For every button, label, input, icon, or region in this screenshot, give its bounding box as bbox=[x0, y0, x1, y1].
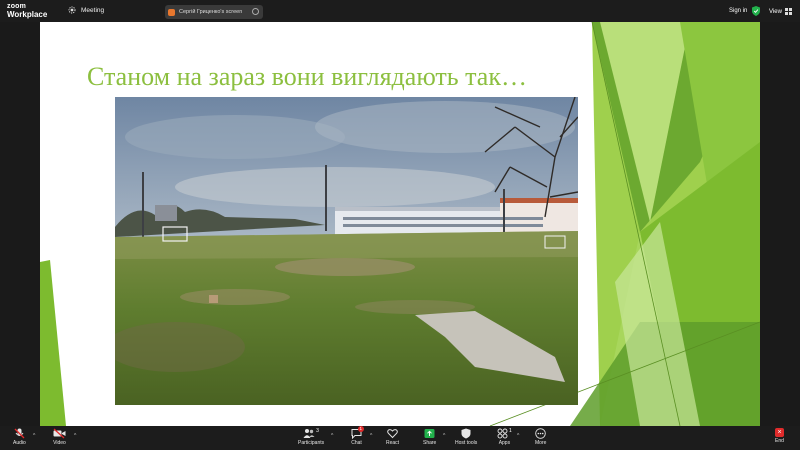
chat-button[interactable]: 1 Chat bbox=[351, 426, 364, 446]
audio-options-chevron-icon[interactable]: ^ bbox=[33, 433, 35, 439]
apps-grid-icon bbox=[497, 428, 508, 439]
slide-title: Станом на зараз вони виглядають так… bbox=[87, 62, 527, 91]
end-meeting-button[interactable]: × End bbox=[775, 428, 784, 444]
video-button[interactable]: Video bbox=[53, 428, 66, 446]
share-button[interactable]: Share bbox=[423, 428, 436, 446]
participants-icon bbox=[303, 429, 315, 438]
react-button[interactable]: React bbox=[386, 428, 399, 446]
host-tools-button[interactable]: Host tools bbox=[455, 428, 477, 446]
view-label: View bbox=[769, 8, 782, 15]
host-tools-label: Host tools bbox=[455, 440, 478, 446]
meeting-info-icon bbox=[68, 6, 76, 14]
share-label: Share bbox=[423, 440, 437, 446]
more-button[interactable]: More bbox=[535, 428, 546, 446]
apps-label: Apps bbox=[498, 440, 511, 446]
chat-unread-badge: 1 bbox=[358, 426, 364, 432]
football-field-photo bbox=[115, 97, 578, 405]
presenter-avatar-icon bbox=[168, 8, 175, 16]
zoom-workplace-logo: zoom Workplace bbox=[7, 3, 47, 19]
view-button[interactable]: View bbox=[769, 8, 792, 15]
more-label: More bbox=[535, 440, 547, 446]
participants-button[interactable]: 3 Participants bbox=[298, 428, 324, 446]
shared-screen-indicator[interactable]: Сергій Гриценко's screen bbox=[165, 5, 263, 19]
apps-button[interactable]: 1 Apps bbox=[497, 428, 512, 446]
audio-button[interactable]: Audio bbox=[13, 428, 26, 446]
sign-in-link[interactable]: Sign in bbox=[729, 8, 747, 14]
end-label: End bbox=[775, 438, 784, 444]
logo-line-2: Workplace bbox=[7, 10, 48, 19]
participants-count: 3 bbox=[316, 428, 319, 434]
heart-react-icon bbox=[387, 429, 398, 439]
shared-slide: Станом на зараз вони виглядають так… bbox=[40, 22, 760, 426]
share-options-chevron-icon[interactable]: ^ bbox=[443, 433, 445, 439]
chat-options-chevron-icon[interactable]: ^ bbox=[370, 433, 372, 439]
view-options-icon[interactable] bbox=[252, 8, 259, 15]
video-label: Video bbox=[53, 440, 66, 446]
view-grid-icon bbox=[784, 8, 792, 15]
meeting-info-button[interactable]: Meeting bbox=[68, 6, 104, 14]
participants-label: Participants bbox=[298, 440, 325, 446]
react-label: React bbox=[386, 440, 400, 446]
video-camera-off-icon bbox=[53, 428, 66, 439]
apps-count: 1 bbox=[509, 428, 512, 434]
audio-label: Audio bbox=[13, 440, 26, 446]
meeting-toolbar: Audio ^ Video ^ 3 Participants ^ 1 Chat bbox=[0, 426, 800, 450]
apps-options-chevron-icon[interactable]: ^ bbox=[517, 433, 519, 439]
participants-options-chevron-icon[interactable]: ^ bbox=[331, 433, 333, 439]
top-bar: zoom Workplace Meeting Сергій Гриценко's… bbox=[0, 0, 800, 22]
microphone-muted-icon bbox=[14, 428, 25, 439]
chat-label: Chat bbox=[351, 440, 362, 446]
share-screen-icon bbox=[424, 429, 435, 438]
shared-screen-label: Сергій Гриценко's screen bbox=[179, 9, 243, 15]
more-dots-icon bbox=[535, 428, 546, 439]
end-close-icon: × bbox=[775, 428, 784, 437]
video-options-chevron-icon[interactable]: ^ bbox=[74, 433, 76, 439]
meeting-label: Meeting bbox=[81, 6, 105, 14]
security-shield-icon[interactable] bbox=[752, 6, 760, 16]
host-tools-shield-icon bbox=[461, 428, 471, 439]
